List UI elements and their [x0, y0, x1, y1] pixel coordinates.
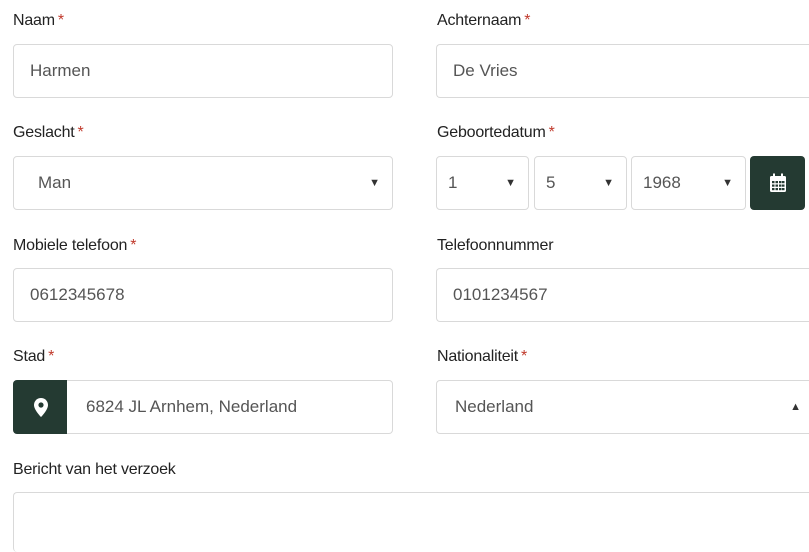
- birth-year-select[interactable]: 1968 ▼: [631, 156, 746, 210]
- mobile-label: Mobiele telefoon *: [13, 237, 137, 254]
- required-mark: *: [524, 12, 531, 29]
- required-mark: *: [521, 348, 528, 365]
- birthdate-label: Geboortedatum *: [437, 124, 555, 141]
- dropdown-arrow-icon: ▼: [505, 177, 516, 189]
- message-textarea[interactable]: [13, 492, 809, 552]
- last-name-input[interactable]: De Vries: [436, 44, 809, 98]
- dropdown-arrow-icon: ▼: [603, 177, 614, 189]
- location-addon: [13, 380, 68, 434]
- required-mark: *: [48, 348, 55, 365]
- dropdown-arrow-icon: ▼: [722, 177, 733, 189]
- birth-month-select[interactable]: 5 ▼: [534, 156, 627, 210]
- required-mark: *: [77, 124, 84, 141]
- required-mark: *: [57, 12, 64, 29]
- required-mark: *: [130, 237, 137, 254]
- message-label: Bericht van het verzoek: [13, 461, 176, 478]
- phone-label: Telefoonnummer: [437, 237, 554, 254]
- first-name-input[interactable]: Harmen: [13, 44, 393, 98]
- phone-input[interactable]: 0101234567: [436, 268, 809, 322]
- city-label: Stad *: [13, 348, 55, 365]
- map-marker-icon: [33, 397, 48, 417]
- last-name-label: Achternaam *: [437, 12, 531, 29]
- dropdown-arrow-up-icon: ▲: [790, 401, 801, 413]
- required-mark: *: [548, 124, 555, 141]
- gender-label: Geslacht *: [13, 124, 84, 141]
- nationality-select[interactable]: Nederland ▲: [436, 380, 809, 434]
- gender-select[interactable]: Man ▼: [13, 156, 393, 210]
- mobile-input[interactable]: 0612345678: [13, 268, 393, 322]
- calendar-button[interactable]: [750, 156, 805, 210]
- dropdown-arrow-icon: ▼: [369, 177, 380, 189]
- calendar-icon: [769, 173, 786, 192]
- city-input[interactable]: 6824 JL Arnhem, Nederland: [67, 380, 393, 434]
- birth-day-select[interactable]: 1 ▼: [436, 156, 529, 210]
- nationality-label: Nationaliteit *: [437, 348, 528, 365]
- first-name-label: Naam *: [13, 12, 64, 29]
